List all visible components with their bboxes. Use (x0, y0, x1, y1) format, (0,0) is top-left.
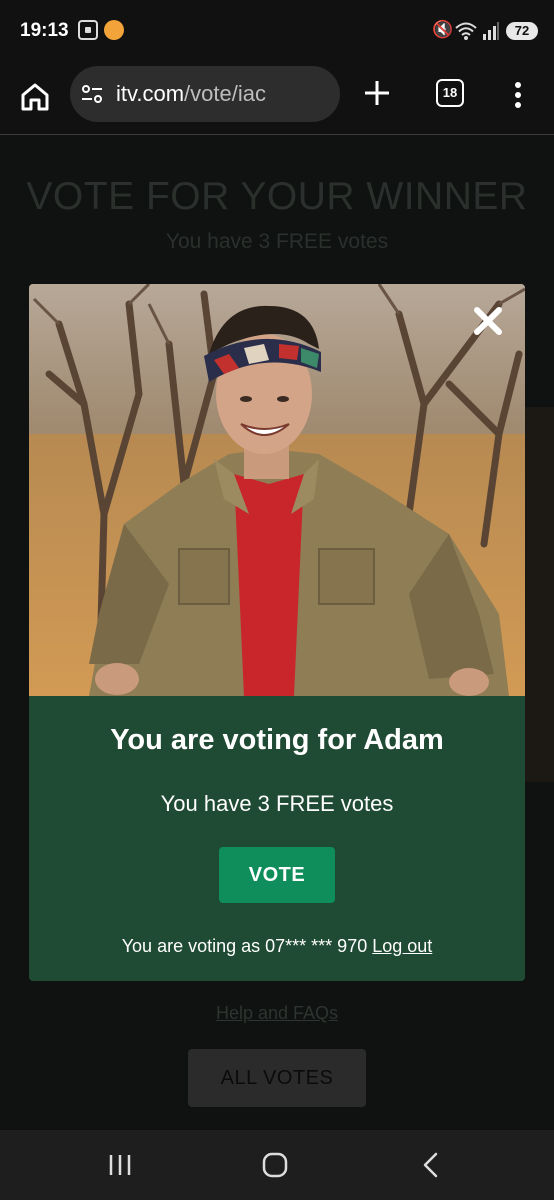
voting-as-row: You are voting as 07*** *** 970 Log out (29, 936, 525, 957)
logout-link[interactable]: Log out (372, 936, 432, 956)
home-icon[interactable] (260, 1150, 290, 1180)
status-bar: 19:13 🔇 72 (0, 0, 554, 62)
help-link[interactable]: Help and FAQs (0, 1003, 554, 1024)
vote-button[interactable]: VOTE (219, 847, 335, 903)
recent-apps-icon[interactable] (105, 1150, 135, 1180)
url-path: /vote/iac (184, 81, 266, 106)
contestant-card-peek (525, 407, 554, 782)
screenshot-icon (78, 20, 98, 40)
all-votes-button[interactable]: ALL VOTES (188, 1049, 366, 1107)
url-host: itv.com (116, 81, 185, 106)
battery-icon: 72 (506, 22, 538, 40)
modal-heading: You are voting for Adam (110, 724, 444, 756)
tab-switcher-button[interactable]: 18 (436, 79, 464, 107)
mute-icon: 🔇 (432, 20, 454, 39)
close-icon[interactable] (471, 304, 505, 338)
voting-as-text: You are voting as 07*** *** 970 (121, 936, 368, 956)
free-votes-text: You have 3 FREE votes (160, 791, 394, 816)
address-bar[interactable]: itv.com/vote/iac (70, 66, 340, 122)
vote-modal: You are voting for Adam You have 3 FREE … (29, 284, 525, 981)
status-time: 19:13 (20, 20, 69, 41)
page-title: VOTE FOR YOUR WINNER (26, 175, 528, 218)
page-subtitle: You have 3 FREE votes (165, 230, 389, 253)
signal-icon (483, 22, 499, 40)
site-settings-icon[interactable] (80, 82, 104, 106)
new-tab-icon[interactable] (362, 78, 392, 108)
more-menu-icon[interactable] (507, 80, 529, 110)
contestant-photo (29, 284, 525, 696)
wifi-icon (455, 22, 477, 40)
system-nav-bar (0, 1130, 554, 1200)
app-notification-icon (104, 20, 124, 40)
back-icon[interactable] (416, 1150, 446, 1180)
browser-toolbar: itv.com/vote/iac 18 (0, 62, 554, 135)
home-icon[interactable] (18, 80, 52, 114)
url-text[interactable]: itv.com/vote/iac (116, 81, 266, 107)
